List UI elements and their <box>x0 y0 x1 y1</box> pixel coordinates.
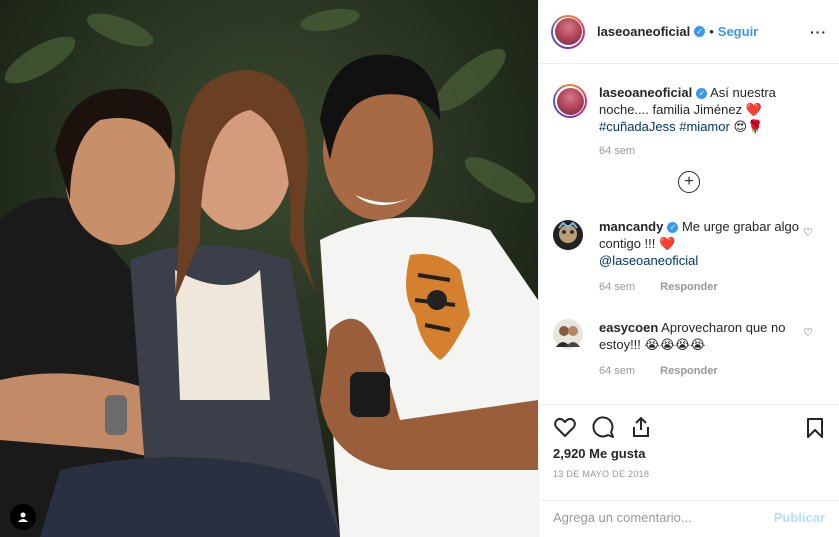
emoji: 😍🌹 <box>733 119 764 134</box>
caption-avatar[interactable] <box>553 84 587 118</box>
verified-badge-icon: ✓ <box>696 88 708 99</box>
heart-icon[interactable] <box>553 415 577 439</box>
reply-button[interactable]: Responder <box>660 281 717 293</box>
commenter-avatar[interactable] <box>553 319 583 349</box>
caption-username[interactable]: laseoaneoficial <box>599 85 692 100</box>
post-photo[interactable] <box>0 0 538 537</box>
hashtag-link[interactable]: #cuñadaJess <box>599 119 676 134</box>
hashtag-link[interactable]: #miamor <box>679 119 730 134</box>
post-header: laseoaneoficial ✓ • Seguir ··· <box>539 0 839 64</box>
comments-list: laseoaneoficial ✓ Así nuestra noche.... f… <box>539 64 839 404</box>
comment-time[interactable]: 64 sem <box>599 365 635 377</box>
post-date[interactable]: 13 DE MAYO DE 2018 <box>553 469 649 479</box>
comment-time[interactable]: 64 sem <box>599 281 635 293</box>
avatar[interactable] <box>551 14 585 49</box>
comment-item: easycoen Aprovecharon que no estoy!!! 😭😭… <box>539 319 839 377</box>
more-options-icon[interactable]: ··· <box>810 24 827 40</box>
mention-link[interactable]: @laseoaneoficial <box>599 253 698 268</box>
reply-button[interactable]: Responder <box>660 365 717 377</box>
comment-username[interactable]: easycoen <box>599 320 658 335</box>
verified-badge-icon: ✓ <box>694 26 706 37</box>
crying-emoji: 😭😭😭😭 <box>644 337 706 352</box>
header-username[interactable]: laseoaneoficial <box>597 24 690 39</box>
avatar-image <box>554 18 582 45</box>
comment-icon[interactable] <box>591 415 615 439</box>
add-comment-bar: Agrega un comentario... Publicar <box>539 500 839 537</box>
instagram-post: laseoaneoficial ✓ • Seguir ··· laseoaneo… <box>0 0 839 537</box>
comment-username[interactable]: mancandy <box>599 219 663 234</box>
likes-count[interactable]: 2,920 Me gusta <box>553 446 646 461</box>
user-icon <box>18 512 28 522</box>
post-image <box>0 0 538 537</box>
verified-badge-icon: ✓ <box>667 222 679 233</box>
separator: • <box>709 24 714 39</box>
heart-emoji: ❤️ <box>659 236 676 251</box>
comment-like-icon[interactable]: ♡ <box>803 226 813 239</box>
post-sidebar: laseoaneoficial ✓ • Seguir ··· laseoaneo… <box>538 0 839 537</box>
share-icon[interactable] <box>629 415 653 439</box>
comment-like-icon[interactable]: ♡ <box>803 326 813 339</box>
comment-input[interactable]: Agrega un comentario... <box>553 510 692 525</box>
caption: laseoaneoficial ✓ Así nuestra noche.... f… <box>539 84 839 157</box>
comment-item: mancandy ✓ Me urge grabar algo contigo !!… <box>539 218 839 293</box>
follow-button[interactable]: Seguir <box>718 24 758 39</box>
load-more-comments-button[interactable]: + <box>678 171 700 193</box>
bookmark-icon[interactable] <box>805 417 825 439</box>
publish-button[interactable]: Publicar <box>774 510 825 525</box>
heart-emoji: ❤️ <box>745 102 762 117</box>
commenter-avatar[interactable] <box>553 220 583 250</box>
caption-time[interactable]: 64 sem <box>599 145 803 157</box>
post-actions: 2,920 Me gusta 13 DE MAYO DE 2018 <box>539 404 839 500</box>
tagged-users-button[interactable] <box>10 504 36 530</box>
